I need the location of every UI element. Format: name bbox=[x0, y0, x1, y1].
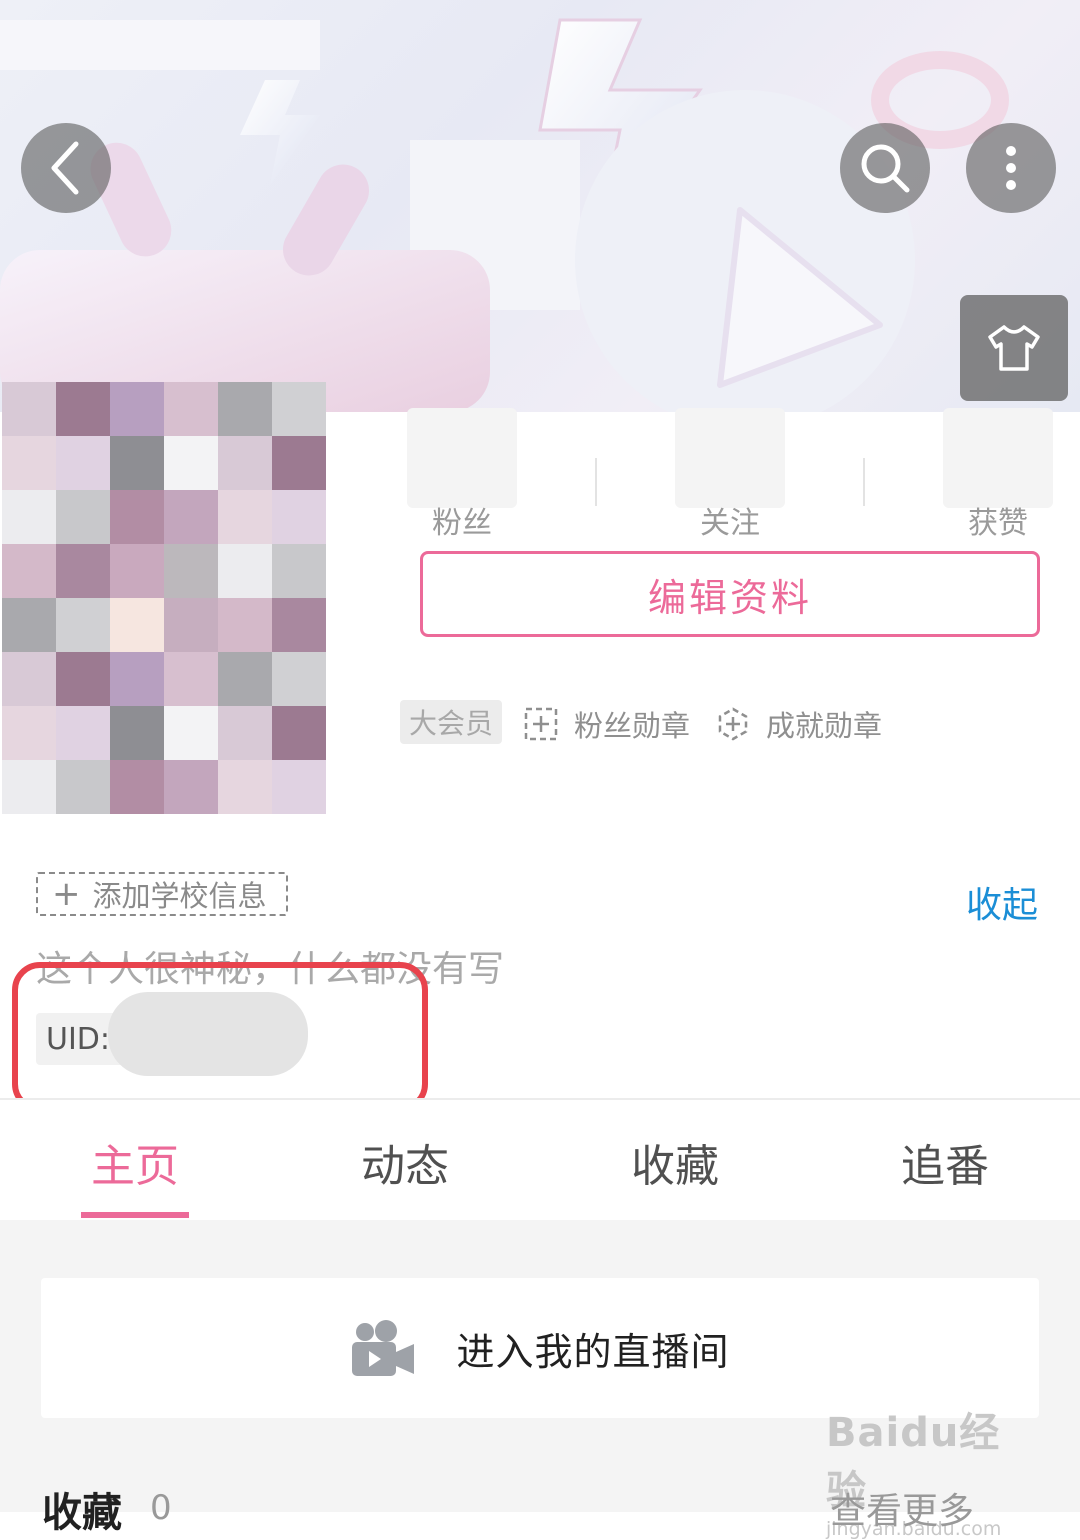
search-icon bbox=[861, 144, 910, 193]
avatar-pixel bbox=[272, 652, 326, 706]
favorites-count: 0 bbox=[150, 1488, 172, 1528]
avatar-pixel bbox=[164, 760, 218, 814]
add-school-button[interactable]: + 添加学校信息 bbox=[36, 872, 288, 916]
watermark: Baidu经验 jingyan.baidu.com bbox=[826, 1400, 1026, 1540]
avatar-pixel bbox=[2, 760, 56, 814]
tab-dynamics[interactable]: 动态 bbox=[270, 1130, 540, 1194]
stat-number-blurred bbox=[407, 408, 517, 508]
achievement-medal-label: 成就勋章 bbox=[766, 709, 883, 743]
avatar-pixel bbox=[56, 706, 110, 760]
edit-profile-button[interactable]: 编辑资料 bbox=[420, 551, 1040, 637]
video-camera-icon bbox=[352, 1320, 415, 1376]
add-achievement-icon bbox=[718, 707, 748, 741]
avatar-pixel bbox=[218, 544, 272, 598]
avatar-pixel bbox=[164, 598, 218, 652]
avatar-pixel bbox=[56, 382, 110, 436]
avatar-pixel bbox=[218, 652, 272, 706]
avatar-pixel bbox=[56, 598, 110, 652]
avatar-pixel bbox=[110, 652, 164, 706]
avatar-pixel bbox=[56, 760, 110, 814]
avatar-pixel bbox=[218, 760, 272, 814]
chevron-left-icon bbox=[51, 141, 79, 195]
view-more-link[interactable]: 查看更多 bbox=[830, 1482, 974, 1534]
search-button[interactable] bbox=[840, 123, 930, 213]
avatar-pixel bbox=[164, 490, 218, 544]
tshirt-icon bbox=[988, 325, 1040, 371]
avatar-pixel bbox=[2, 706, 56, 760]
annotation-highlight-box bbox=[12, 962, 428, 1112]
avatar-pixel bbox=[164, 436, 218, 490]
vip-badge[interactable]: 大会员 bbox=[400, 700, 502, 744]
avatar-pixel bbox=[272, 490, 326, 544]
avatar-pixel bbox=[56, 490, 110, 544]
avatar-pixel bbox=[2, 382, 56, 436]
live-room-button[interactable]: 进入我的直播间 bbox=[41, 1278, 1039, 1418]
stat-following[interactable]: 关注 bbox=[620, 408, 840, 541]
stat-number-blurred bbox=[943, 408, 1053, 508]
active-tab-indicator bbox=[81, 1212, 189, 1218]
achievement-medal-button[interactable]: 成就勋章 bbox=[716, 702, 882, 746]
profile-banner bbox=[0, 0, 1080, 412]
stat-fans[interactable]: 粉丝 bbox=[352, 408, 572, 541]
avatar-pixel bbox=[2, 598, 56, 652]
stat-label: 获赞 bbox=[968, 506, 1028, 541]
avatar-pixel bbox=[164, 382, 218, 436]
stat-likes[interactable]: 获赞 bbox=[888, 408, 1080, 541]
collapse-link[interactable]: 收起 bbox=[966, 876, 1038, 928]
avatar-pixel bbox=[272, 382, 326, 436]
avatar-pixel bbox=[218, 598, 272, 652]
live-room-label: 进入我的直播间 bbox=[456, 1329, 730, 1374]
tab-home[interactable]: 主页 bbox=[0, 1130, 270, 1194]
avatar-pixel bbox=[56, 544, 110, 598]
stat-label: 粉丝 bbox=[432, 506, 492, 541]
avatar-pixel bbox=[272, 760, 326, 814]
avatar-pixel bbox=[2, 544, 56, 598]
avatar-pixel bbox=[218, 706, 272, 760]
stat-divider bbox=[595, 458, 597, 506]
avatar-pixel bbox=[110, 490, 164, 544]
banner-decoration bbox=[0, 18, 1009, 412]
avatar-pixel bbox=[218, 382, 272, 436]
avatar-pixel bbox=[2, 652, 56, 706]
avatar-pixel bbox=[56, 436, 110, 490]
avatar-pixel bbox=[218, 436, 272, 490]
skin-button[interactable] bbox=[960, 295, 1068, 401]
avatar-pixel bbox=[2, 490, 56, 544]
avatar-pixel bbox=[110, 544, 164, 598]
favorites-section-title: 收藏 bbox=[42, 1490, 122, 1536]
tab-favorites[interactable]: 收藏 bbox=[540, 1130, 810, 1194]
avatar-pixel bbox=[110, 706, 164, 760]
avatar-pixel bbox=[272, 598, 326, 652]
back-button[interactable] bbox=[21, 123, 111, 213]
avatar-pixel bbox=[110, 760, 164, 814]
stat-label: 关注 bbox=[700, 506, 760, 541]
avatar-pixel bbox=[164, 706, 218, 760]
tab-bangumi[interactable]: 追番 bbox=[810, 1130, 1080, 1194]
add-medal-icon bbox=[524, 707, 558, 741]
avatar-pixel bbox=[110, 598, 164, 652]
avatar-pixel bbox=[56, 652, 110, 706]
plus-icon: + bbox=[52, 874, 81, 914]
profile-tabs: 主页 动态 收藏 追番 bbox=[0, 1098, 1080, 1224]
avatar[interactable] bbox=[0, 378, 380, 858]
fan-medal-label: 粉丝勋章 bbox=[574, 709, 691, 743]
avatar-pixel bbox=[2, 436, 56, 490]
avatar-pixel bbox=[110, 436, 164, 490]
avatar-pixel bbox=[272, 436, 326, 490]
avatar-pixel bbox=[218, 490, 272, 544]
stat-number-blurred bbox=[675, 408, 785, 508]
avatar-pixel bbox=[272, 706, 326, 760]
fan-medal-button[interactable]: 粉丝勋章 bbox=[524, 702, 690, 746]
avatar-pixel bbox=[272, 544, 326, 598]
avatar-pixel bbox=[164, 652, 218, 706]
add-school-label: 添加学校信息 bbox=[92, 879, 267, 913]
more-button[interactable] bbox=[966, 123, 1056, 213]
avatar-pixel bbox=[110, 382, 164, 436]
vertical-dots-icon bbox=[1006, 146, 1016, 190]
stat-divider bbox=[863, 458, 865, 506]
avatar-pixel bbox=[164, 544, 218, 598]
